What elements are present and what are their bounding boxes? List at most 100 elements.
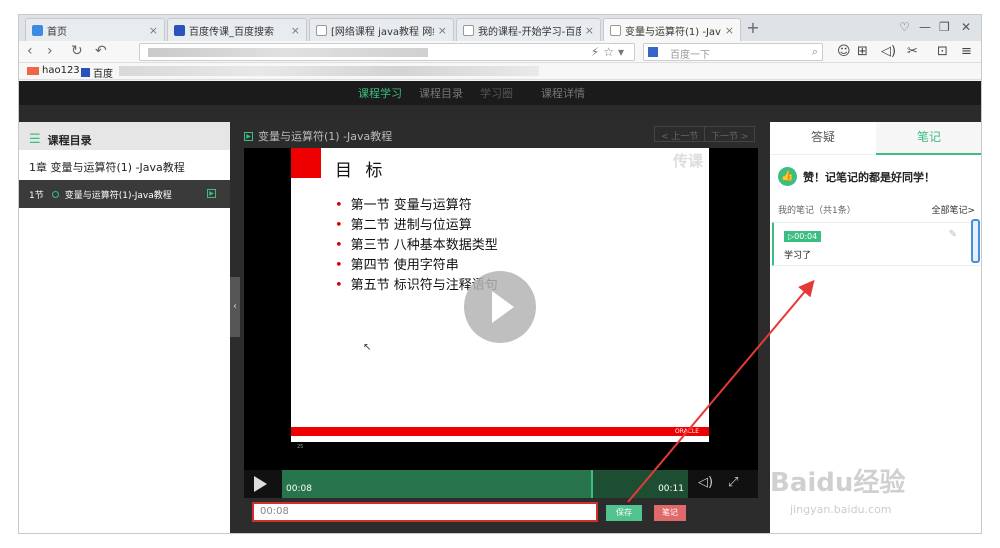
nav-course-learning[interactable]: 课程学习 (358, 85, 402, 107)
course-sidebar: ☰ 课程目录 1章 变量与运算符(1) -Java教程 1节 变量与运算符(1)… (19, 122, 230, 533)
baidu-favicon-icon (174, 24, 185, 36)
progress-handle[interactable] (590, 470, 593, 498)
search-input[interactable]: 百度一下 ⌕ (643, 43, 823, 61)
close-icon[interactable]: × (725, 24, 734, 37)
url-actions[interactable]: ⚡☆▾ (591, 45, 628, 59)
note-input[interactable]: 00:08 (252, 502, 598, 522)
nav-study-circle[interactable]: 学习圈 (480, 85, 513, 101)
save-button[interactable]: 保存 (606, 505, 642, 521)
page-favicon-icon (463, 24, 474, 36)
list-icon[interactable]: ☰ (29, 132, 41, 147)
new-tab-button[interactable]: + (743, 19, 763, 39)
close-icon[interactable]: × (438, 24, 447, 37)
tab-my-course[interactable]: 我的课程-开始学习-百度... × (456, 18, 601, 41)
search-placeholder: 百度一下 (670, 50, 710, 61)
note-button[interactable]: 笔记 (654, 505, 686, 521)
volume-icon[interactable]: ◁) (698, 475, 713, 490)
lesson-heading: 变量与运算符(1) -Java教程 (258, 130, 393, 143)
cursor-icon: ↖ (363, 342, 372, 353)
menu-icon[interactable]: ≡ (961, 44, 972, 59)
tab-home[interactable]: 首页 × (25, 18, 165, 41)
emoji-icon[interactable]: ☺ (837, 44, 851, 59)
lesson-number: 1节 (29, 190, 44, 201)
tab-label: [网络课程 java教程 网络... (331, 26, 434, 38)
oracle-logo: ORACLE (675, 428, 699, 435)
header-strip (19, 105, 981, 122)
chapter-title[interactable]: 1章 变量与运算符(1) -Java教程 (19, 150, 230, 180)
content-title: ▶ 变量与运算符(1) -Java教程 (244, 128, 392, 144)
lesson-item[interactable]: 1节 变量与运算符(1)-Java教程 ▶ (19, 180, 230, 208)
big-play-button[interactable] (464, 271, 536, 343)
tab-current-lesson[interactable]: 变量与运算符(1) -Java教... × (603, 18, 741, 41)
progress-bar[interactable]: 00:08 00:11 (282, 470, 688, 498)
sidebar-header: ☰ 课程目录 (19, 122, 230, 150)
sidebar-title: 课程目录 (47, 133, 92, 147)
slide-accent-block (291, 148, 321, 178)
url-input[interactable]: ⚡☆▾ (139, 43, 635, 61)
site-nav: 课程学习 课程目录 学习圈 课程详情 (19, 81, 981, 107)
tab-label: 变量与运算符(1) -Java教... (625, 26, 721, 38)
collapse-sidebar-button[interactable]: ‹ (230, 277, 240, 337)
tab-baidu-search[interactable]: 百度传课_百度搜索 × (167, 18, 307, 41)
prev-lesson-button[interactable]: < 上一节 (654, 126, 706, 142)
bookmark-baidu[interactable]: 百度 (81, 65, 113, 80)
scissors-icon[interactable]: ✂ (907, 44, 918, 59)
tab-qa[interactable]: 答疑 (770, 122, 876, 155)
fullscreen-icon[interactable]: ⤢ (728, 475, 738, 490)
blurred-bookmarks (119, 66, 539, 76)
all-notes-link[interactable]: 全部笔记> (931, 203, 975, 216)
sound-icon[interactable]: ◁) (881, 44, 896, 59)
note-item[interactable]: ▷00:04 学习了 ✎ (772, 222, 981, 266)
slide-watermark: 传课 (672, 152, 703, 170)
total-time: 00:11 (658, 484, 684, 494)
play-icon[interactable] (254, 476, 267, 492)
back-icon[interactable]: ‹ (27, 43, 33, 59)
page-favicon-icon (316, 24, 327, 36)
praise-text: 赞！记笔记的都是好同学！ (803, 170, 935, 184)
home-favicon-icon (32, 24, 43, 36)
baidu-watermark-url: jingyan.baidu.com (790, 503, 892, 516)
video-player[interactable]: 目 标 传课 第一节 变量与运算符 第二节 进制与位运算 第三节 八种基本数据类… (244, 148, 758, 498)
close-icon[interactable]: × (149, 24, 158, 37)
note-timestamp[interactable]: ▷00:04 (784, 231, 822, 242)
tab-bar: 首页 × 百度传课_百度搜索 × [网络课程 java教程 网络... × 我的… (19, 15, 981, 41)
skin-icon[interactable]: ♡ (899, 20, 910, 34)
minimize-icon[interactable]: — (919, 20, 931, 34)
praise-banner: 👍 赞！记笔记的都是好同学！ (778, 167, 935, 186)
slide-footer-bar (291, 427, 709, 436)
undo-icon[interactable]: ↶ (95, 43, 107, 59)
scrollbar[interactable] (971, 219, 980, 263)
nav-course-details[interactable]: 课程详情 (541, 85, 585, 101)
thumbs-up-icon: 👍 (778, 167, 797, 186)
close-icon[interactable]: × (291, 24, 300, 37)
slide-bullet: 第一节 变量与运算符 (335, 196, 498, 216)
refresh-icon[interactable]: ↻ (71, 43, 83, 59)
next-lesson-button[interactable]: 下一节 > (704, 126, 756, 142)
extension-icon[interactable]: ⊡ (937, 44, 948, 59)
edit-icon[interactable]: ✎ (949, 229, 957, 240)
lesson-title: 变量与运算符(1)-Java教程 (64, 190, 172, 201)
video-icon: ▶ (244, 131, 253, 141)
search-icon[interactable]: ⌕ (812, 45, 818, 59)
slide-bullet: 第二节 进制与位运算 (335, 216, 498, 236)
play-icon[interactable]: ▶ (207, 189, 216, 198)
apps-icon[interactable]: ⊞ (857, 44, 868, 59)
close-icon[interactable]: × (585, 24, 594, 37)
my-notes-count: 我的笔记（共1条） (778, 206, 856, 216)
baidu-search-engine-icon (648, 47, 658, 57)
tab-label: 百度传课_百度搜索 (189, 26, 274, 38)
tab-java-course[interactable]: [网络课程 java教程 网络... × (309, 18, 454, 41)
note-text: 学习了 (784, 251, 812, 261)
close-window-icon[interactable]: ✕ (961, 20, 971, 34)
slide-title: 目 标 (335, 161, 387, 181)
panel-tabs: 答疑 笔记 (770, 122, 981, 155)
hao123-icon (27, 66, 39, 75)
blurred-url (148, 48, 428, 57)
restore-icon[interactable]: ❐ (939, 20, 950, 34)
bookmark-hao123[interactable]: hao123 (27, 65, 80, 76)
page-favicon-icon (610, 24, 621, 36)
progress-fill (282, 470, 591, 498)
tab-notes[interactable]: 笔记 (876, 122, 981, 155)
forward-icon[interactable]: › (47, 43, 53, 59)
nav-course-catalog[interactable]: 课程目录 (419, 85, 463, 101)
